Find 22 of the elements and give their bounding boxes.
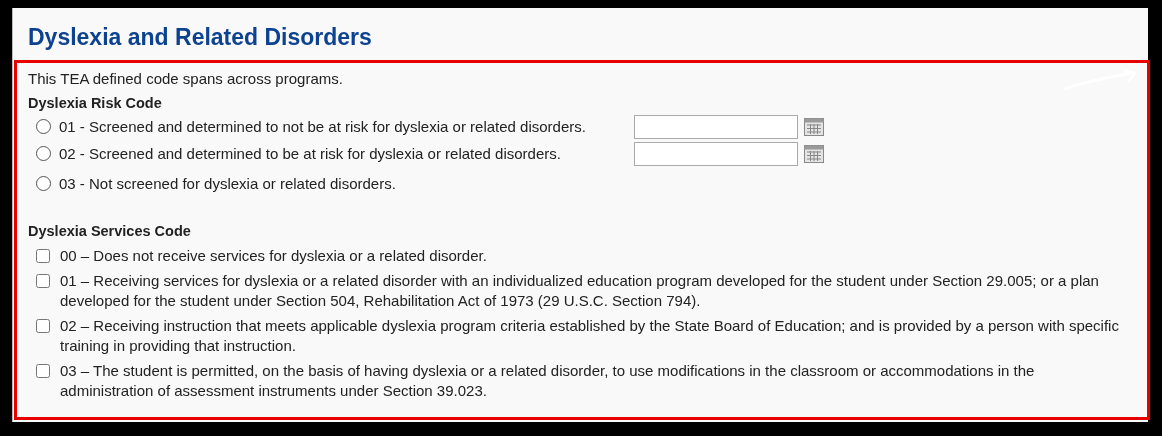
radio-button[interactable] (36, 119, 51, 134)
note-text: This TEA defined code spans across programs. (28, 69, 343, 89)
risk-code-label: Dyslexia Risk Code (28, 94, 163, 113)
option-label: 00 – Does not receive services for dyslexia or a related disorder. (60, 246, 487, 266)
calendar-icon[interactable] (804, 117, 824, 136)
checkbox[interactable] (36, 319, 50, 333)
option-label: 02 - Screened and determined to be at risk for dyslexia or related disorders. (59, 145, 561, 162)
calendar-icon[interactable] (804, 144, 824, 163)
section-title: Dyslexia and Related Disorders (28, 24, 373, 51)
date-field[interactable] (634, 114, 798, 139)
checkbox[interactable] (36, 249, 50, 263)
date-field[interactable] (634, 141, 798, 166)
option-label: 03 – The student is permitted, on the basis of having dyslexia or a related disorder, to use modifications in the classroom or accommodations in the administration of assessment instruments under Section 39.023. (60, 361, 1036, 401)
option-label: 03 - Not screened for dyslexia or related disorders. (59, 174, 396, 192)
radio-button[interactable] (36, 175, 51, 191)
checkbox[interactable] (36, 274, 50, 288)
option-label: 02 – Receiving instruction that meets applicable dyslexia program criteria established by the State Board of Education; and is provided by a person with specific training in providing that instruction. (60, 316, 1120, 356)
checkbox[interactable] (36, 364, 50, 378)
radio-button[interactable] (36, 146, 51, 161)
option-label: 01 - Screened and determined to not be at risk for dyslexia or related disorders. (59, 118, 586, 135)
services-code-label: Dyslexia Services Code (28, 222, 192, 241)
option-label: 01 – Receiving services for dyslexia or a related disorder with an individualized education program developed for the student under Section 29.005; or a plan developed for the student under Section 504, Rehabilitation Act of 1973 (29 U.S.C. Section 794). (60, 271, 1100, 311)
